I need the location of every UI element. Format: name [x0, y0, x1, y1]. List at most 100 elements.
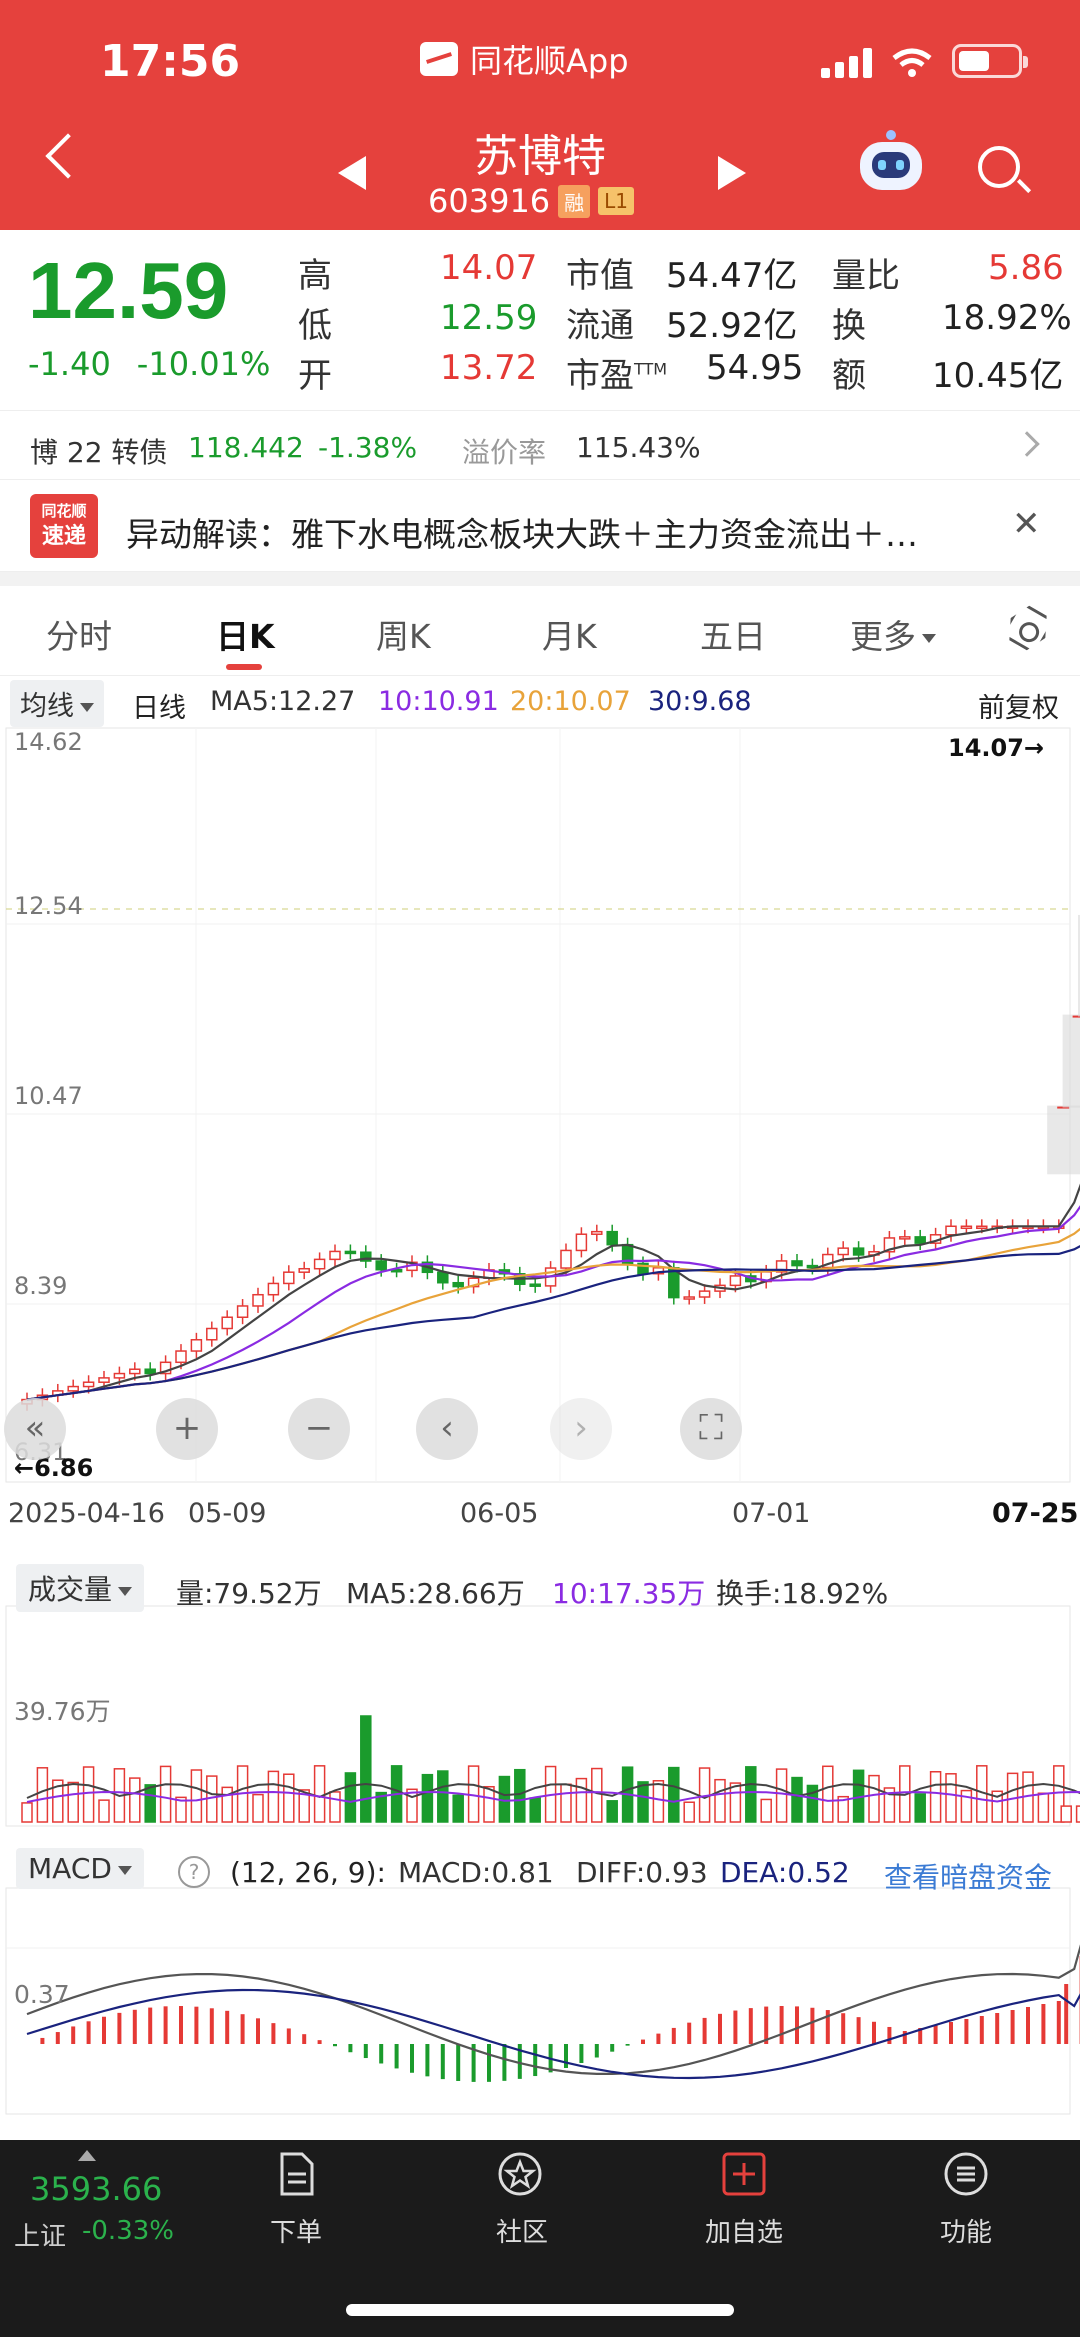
candle-body: [852, 1247, 865, 1256]
macd-bar: [1056, 2001, 1061, 2044]
close-icon[interactable]: ✕: [1012, 504, 1041, 544]
dea-line: [26, 1988, 1080, 2080]
volume-bar: [344, 1772, 357, 1823]
volume-legend: 成交量 量:79.52万 MA5:28.66万 10:17.35万 换手:18.…: [0, 1562, 1080, 1614]
date-tick: 2025-04-16: [8, 1498, 165, 1529]
zoom-out-icon[interactable]: −: [288, 1398, 350, 1460]
news-logo: 同花顺 速递: [30, 494, 98, 558]
candle-body: [313, 1258, 326, 1270]
macd-bar: [440, 2044, 445, 2080]
tab-weekly-k[interactable]: 周K: [376, 610, 431, 658]
menu-icon[interactable]: [942, 2150, 990, 2198]
candle-body: [252, 1293, 264, 1307]
volume-selector-label: 成交量: [28, 1573, 113, 1606]
convertible-bond-row[interactable]: 博 22 转债 118.442 -1.38% 溢价率 115.43%: [0, 410, 1080, 480]
expand-up-icon[interactable]: [78, 2150, 96, 2161]
nav-order[interactable]: 下单: [226, 2212, 366, 2249]
volume-bar: [36, 1767, 49, 1823]
volume-selector[interactable]: 成交量: [16, 1564, 145, 1612]
active-tab-indicator: [226, 664, 262, 670]
volume-bar: [606, 1800, 618, 1823]
period-label: 日线: [132, 693, 186, 724]
open-value: 13.72: [440, 348, 538, 388]
macd-bar: [795, 2006, 799, 2044]
battery-icon: [952, 44, 1028, 78]
y-label-3: 10.47: [14, 1082, 83, 1110]
macd-bar: [286, 2028, 291, 2044]
nav-community[interactable]: 社区: [452, 2212, 592, 2249]
macd-bar: [456, 2044, 461, 2081]
news-row[interactable]: 同花顺 速递 异动解读：雅下水电概念板块大跌＋主力资金流出＋… ✕: [0, 480, 1080, 572]
margin-tag: 融: [558, 184, 591, 218]
news-logo-top: 同花顺: [41, 502, 87, 520]
ma10-value: 10:10.91: [378, 686, 499, 717]
index-value[interactable]: 3593.66: [30, 2170, 162, 2208]
dark-pool-link[interactable]: 查看暗盘资金: [884, 1856, 1052, 1896]
community-star-icon[interactable]: [496, 2150, 544, 2198]
turnover-value: 18.92%: [942, 298, 1072, 338]
order-doc-icon[interactable]: [272, 2150, 320, 2198]
macd-legend: MACD ? (12, 26, 9): MACD:0.81 DIFF:0.93 …: [0, 1846, 1080, 1898]
robot-eyes: [878, 160, 904, 170]
bond-price: 118.442: [188, 431, 304, 464]
tab-intraday[interactable]: 分时: [46, 610, 112, 658]
tab-more[interactable]: 更多: [850, 610, 936, 658]
macd-bar: [1026, 2007, 1030, 2044]
adjust-mode[interactable]: 前复权: [978, 686, 1059, 725]
macd-bar: [564, 2044, 568, 2068]
help-icon[interactable]: ?: [178, 1856, 210, 1888]
candle-body: [945, 1225, 957, 1236]
tab-monthly-k[interactable]: 月K: [542, 610, 597, 658]
float-value: 52.92亿: [666, 306, 798, 346]
macd-bar: [163, 2006, 168, 2044]
status-icons: [821, 44, 1028, 78]
macd-bar: [810, 2007, 815, 2044]
nav-add-watchlist[interactable]: 加自选: [674, 2212, 814, 2249]
chevron-down-icon: [922, 634, 936, 643]
volume-ma10: 10:17.35万: [552, 1577, 706, 1610]
volume-bar: [129, 1777, 141, 1823]
add-watchlist-icon[interactable]: [720, 2150, 768, 2198]
high-marker: 14.07→: [948, 734, 1045, 762]
candle-body: [914, 1236, 926, 1244]
scroll-right-icon[interactable]: ›: [550, 1398, 612, 1460]
macd-bar: [625, 2044, 630, 2046]
macd-bar: [687, 2022, 692, 2044]
date-tick: 05-09: [188, 1498, 267, 1529]
macd-bar: [718, 2013, 722, 2044]
pe-label-text: 市盈: [566, 356, 634, 396]
vol-ratio-value: 5.86: [988, 248, 1064, 288]
premium-label: 溢价率: [462, 436, 547, 469]
volume-bar: [267, 1770, 280, 1823]
bond-name: 博 22 转债: [30, 436, 168, 469]
zoom-in-icon[interactable]: +: [156, 1398, 218, 1460]
volume-bar: [822, 1765, 834, 1823]
home-indicator[interactable]: [346, 2304, 734, 2316]
nav-functions[interactable]: 功能: [896, 2212, 1036, 2249]
macd-selector[interactable]: MACD: [16, 1848, 144, 1889]
macd-bar: [225, 2010, 230, 2044]
tab-daily-k[interactable]: 日K: [216, 610, 275, 658]
macd-bar: [656, 2033, 661, 2044]
next-stock-arrow-icon[interactable]: [718, 156, 746, 190]
volume-bar: [437, 1770, 449, 1823]
news-logo-bottom: 速递: [41, 524, 86, 549]
limit-band: [1047, 1105, 1080, 1175]
candle-body: [206, 1327, 218, 1341]
candle-body: [98, 1377, 110, 1383]
date-axis: 2025-04-16 05-09 06-05 07-01 07-25: [0, 1490, 1080, 1538]
volume-bar: [637, 1781, 649, 1823]
indicator-selector[interactable]: 均线: [10, 680, 104, 727]
macd-bar: [779, 2006, 784, 2044]
scroll-left-icon[interactable]: ‹: [416, 1398, 478, 1460]
high-value: 14.07: [440, 248, 538, 288]
ma20-line: [26, 1227, 1080, 1401]
fullscreen-icon[interactable]: ⛶: [680, 1398, 742, 1460]
ma30-value: 30:9.68: [648, 686, 752, 717]
news-text[interactable]: 异动解读：雅下水电概念板块大跌＋主力资金流出＋…: [126, 508, 986, 556]
scroll-left-fast-icon[interactable]: «: [4, 1398, 66, 1460]
search-icon[interactable]: [978, 146, 1020, 188]
indicator-selector-label: 均线: [20, 691, 74, 722]
tab-five-day[interactable]: 五日: [700, 610, 766, 658]
macd-bar: [117, 2012, 122, 2044]
